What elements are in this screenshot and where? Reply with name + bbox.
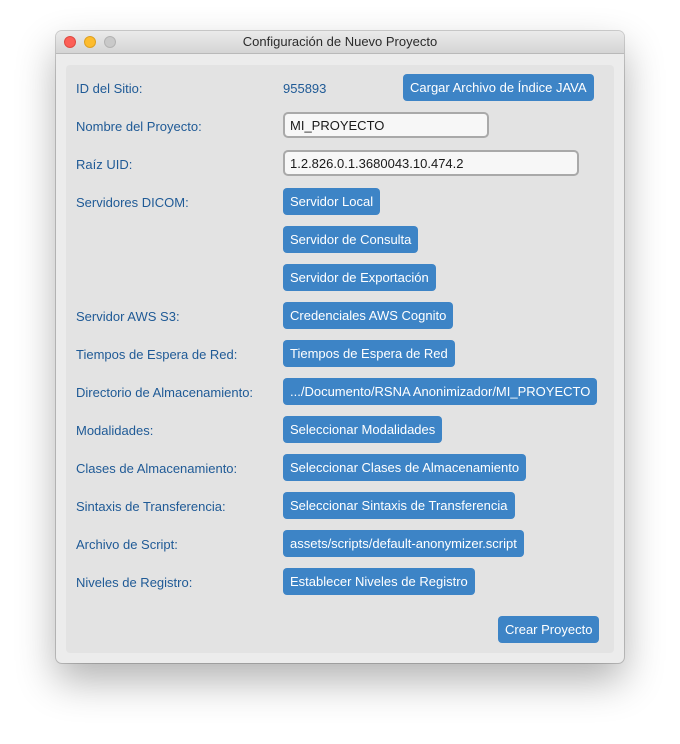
- minimize-window-button[interactable]: [84, 36, 96, 48]
- local-server-button[interactable]: Servidor Local: [283, 188, 381, 215]
- aws-s3-label: Servidor AWS S3:: [76, 309, 180, 324]
- window-title: Configuración de Nuevo Proyecto: [242, 34, 438, 49]
- uid-root-label: Raíz UID:: [76, 157, 133, 172]
- load-java-index-button[interactable]: Cargar Archivo de Índice JAVA: [403, 74, 594, 101]
- project-name-label: Nombre del Proyecto:: [76, 119, 202, 134]
- storage-classes-label: Clases de Almacenamiento:: [76, 461, 238, 476]
- set-log-levels-button[interactable]: Establecer Niveles de Registro: [283, 568, 475, 595]
- zoom-window-button[interactable]: [104, 36, 116, 48]
- aws-cognito-button[interactable]: Credenciales AWS Cognito: [283, 302, 454, 329]
- project-name-input[interactable]: [283, 112, 489, 138]
- create-project-button[interactable]: Crear Proyecto: [498, 616, 600, 643]
- title-bar: Configuración de Nuevo Proyecto: [56, 31, 624, 54]
- close-window-button[interactable]: [64, 36, 76, 48]
- storage-directory-button[interactable]: .../Documento/RSNA Anonimizador/MI_PROYE…: [283, 378, 598, 405]
- export-server-button[interactable]: Servidor de Exportación: [283, 264, 436, 291]
- network-timeouts-label: Tiempos de Espera de Red:: [76, 347, 238, 362]
- script-file-label: Archivo de Script:: [76, 537, 178, 552]
- select-transfer-syntax-button[interactable]: Seleccionar Sintaxis de Transferencia: [283, 492, 515, 519]
- config-form-panel: ID del Sitio: 955893 Cargar Archivo de Í…: [66, 65, 614, 653]
- transfer-syntax-label: Sintaxis de Transferencia:: [76, 499, 226, 514]
- site-id-value: 955893: [283, 81, 327, 96]
- select-storage-classes-button[interactable]: Seleccionar Clases de Almacenamiento: [283, 454, 527, 481]
- query-server-button[interactable]: Servidor de Consulta: [283, 226, 419, 253]
- network-timeouts-button[interactable]: Tiempos de Espera de Red: [283, 340, 455, 367]
- modalities-label: Modalidades:: [76, 423, 154, 438]
- log-levels-label: Niveles de Registro:: [76, 575, 193, 590]
- project-config-window: Configuración de Nuevo Proyecto ID del S…: [56, 31, 624, 663]
- storage-directory-label: Directorio de Almacenamiento:: [76, 385, 254, 400]
- dicom-servers-label: Servidores DICOM:: [76, 195, 189, 210]
- site-id-label: ID del Sitio:: [76, 81, 143, 96]
- uid-root-input[interactable]: [283, 150, 579, 176]
- script-file-button[interactable]: assets/scripts/default-anonymizer.script: [283, 530, 524, 557]
- select-modalities-button[interactable]: Seleccionar Modalidades: [283, 416, 443, 443]
